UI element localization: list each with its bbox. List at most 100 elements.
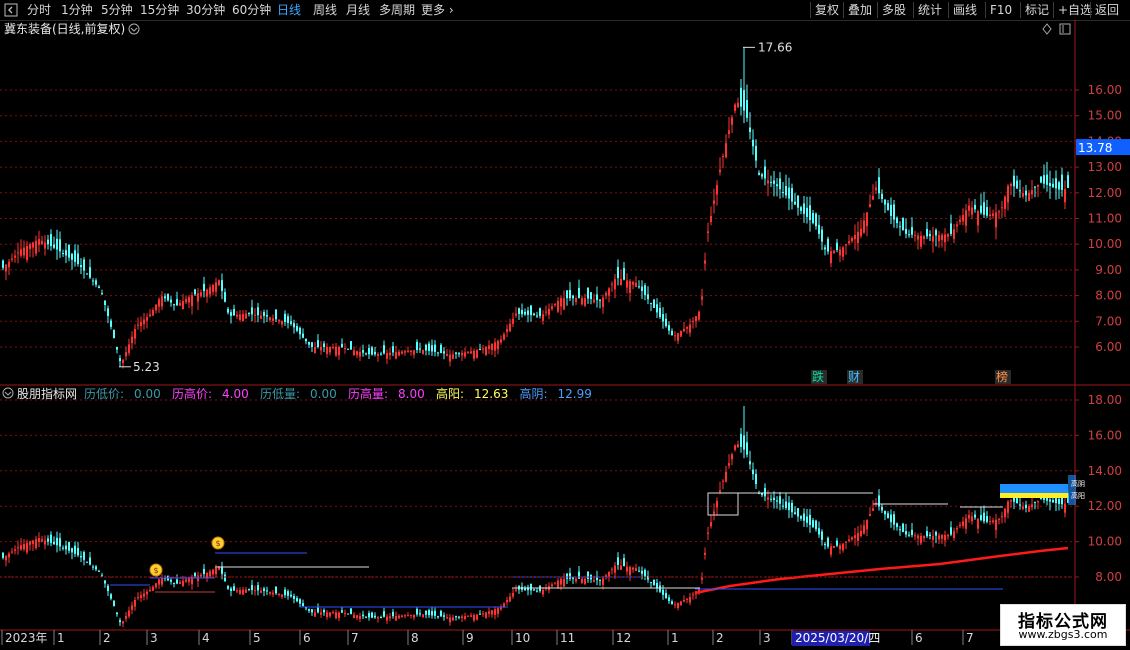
ind-candle-body [659, 585, 661, 592]
ind-candle-body [329, 612, 331, 617]
main-candle-body [488, 345, 490, 350]
ind-candle-body [212, 569, 214, 575]
toolbar-btn-6[interactable]: 标记 [1025, 0, 1049, 20]
ind-candle-body [344, 613, 346, 615]
main-candle-body [746, 100, 748, 118]
main-candle-body [206, 289, 208, 297]
period-tab-7[interactable]: 周线 [313, 0, 337, 20]
ind-candle-body [908, 534, 910, 536]
indicator-field-label: 历高量: [348, 386, 388, 401]
ind-candle-body [392, 611, 394, 617]
main-candle-body [23, 247, 25, 256]
main-candle-body [608, 288, 610, 296]
ind-candle-body [41, 539, 43, 542]
main-candle-body [344, 348, 346, 350]
ind-candle-body [575, 578, 577, 582]
toolbar-btn-2[interactable]: 多股 [882, 0, 906, 20]
toolbar-btn-7[interactable]: +自选 [1058, 0, 1092, 20]
period-tab-3[interactable]: 15分钟 [140, 0, 179, 20]
main-candle-body [227, 308, 229, 313]
ind-candle-body [746, 442, 748, 455]
ind-candle-body [419, 613, 421, 615]
ind-candle-body [689, 596, 691, 603]
ind-candle-body [824, 543, 826, 546]
period-tab-2[interactable]: 5分钟 [101, 0, 133, 20]
toolbar-btn-0[interactable]: 复权 [815, 0, 839, 20]
main-candle-body [311, 342, 313, 347]
main-candle-body [398, 351, 400, 356]
ind-candle-body [716, 500, 718, 508]
toolbar-btn-3[interactable]: 统计 [918, 0, 942, 20]
toolbar-btn-4[interactable]: 画线 [953, 0, 977, 20]
main-candle-body [857, 231, 859, 244]
main-y-tick-label: 6.00 [1095, 340, 1122, 354]
main-candle-body [389, 352, 391, 356]
main-candle-body [692, 320, 694, 322]
ind-candle-body [20, 545, 22, 550]
ind-candle-body [593, 579, 595, 582]
main-candle-body [200, 292, 202, 297]
ind-y-tick-label: 16.00 [1088, 428, 1122, 442]
main-candle-body [662, 314, 664, 322]
main-candle-body [554, 303, 556, 306]
ind-candle-body [983, 512, 985, 522]
main-candle-body [320, 347, 322, 351]
period-tab-0[interactable]: 分时 [27, 0, 51, 20]
ind-candle-body [314, 612, 316, 617]
period-tab-4[interactable]: 30分钟 [186, 0, 225, 20]
main-candle-body [416, 341, 418, 350]
main-candle-body [548, 308, 550, 315]
period-tab-9[interactable]: 多周期 [379, 0, 415, 20]
main-candle-body [296, 326, 298, 331]
ind-candle-body [404, 615, 406, 617]
main-candle-body [44, 242, 46, 249]
main-candle-body [170, 299, 172, 303]
ind-candle-body [182, 580, 184, 587]
main-y-tick-label: 10.00 [1088, 237, 1122, 251]
more-button[interactable]: 更多 › [421, 0, 454, 20]
ind-candle-body [68, 541, 70, 551]
toolbar-btn-1[interactable]: 叠加 [848, 0, 872, 20]
ind-candle-body [53, 541, 55, 545]
ind-candle-body [122, 621, 124, 624]
ind-candle-body [389, 616, 391, 619]
ind-candle-body [92, 566, 94, 568]
toolbar-btn-5[interactable]: F10 [990, 0, 1012, 20]
main-candle-body [122, 359, 124, 364]
ind-candle-body [962, 521, 964, 526]
main-candle-body [614, 279, 616, 290]
chart-title: 冀东装备(日线,前复权) [4, 21, 125, 36]
ind-candle-body [974, 514, 976, 518]
main-candle-body [14, 255, 16, 258]
period-tab-1[interactable]: 1分钟 [61, 0, 93, 20]
ind-candle-body [749, 461, 751, 465]
ind-candle-body [77, 548, 79, 556]
main-candle-body [845, 244, 847, 246]
main-candle-body [245, 313, 247, 319]
collapse-icon[interactable] [4, 0, 18, 20]
main-candles [2, 47, 1069, 369]
ind-candle-body [818, 528, 820, 535]
ind-candle-body [455, 616, 457, 618]
toolbar-btn-8[interactable]: 返回 [1095, 0, 1119, 20]
ind-candle-body [308, 608, 310, 611]
main-candle-body [293, 323, 295, 328]
ind-candle-body [416, 608, 418, 615]
main-candle-body [434, 344, 436, 352]
ind-candle-body [713, 511, 715, 514]
ind-candle-body [866, 519, 868, 530]
ind-candle-body [827, 537, 829, 547]
ind-candle-body [911, 529, 913, 536]
ind-candle-body [740, 433, 742, 447]
period-tab-5[interactable]: 60分钟 [232, 0, 271, 20]
ind-candle-body [845, 541, 847, 543]
period-tab-6[interactable]: 日线 [277, 0, 301, 20]
main-candle-body [980, 205, 982, 213]
ind-candle-body [8, 553, 10, 558]
period-tab-8[interactable]: 月线 [346, 0, 370, 20]
ind-candle-body [686, 598, 688, 600]
ind-candle-body [449, 617, 451, 623]
main-candle-body [101, 293, 103, 295]
ind-candle-body [809, 514, 811, 525]
indicator-field-label: 历低量: [260, 387, 300, 401]
